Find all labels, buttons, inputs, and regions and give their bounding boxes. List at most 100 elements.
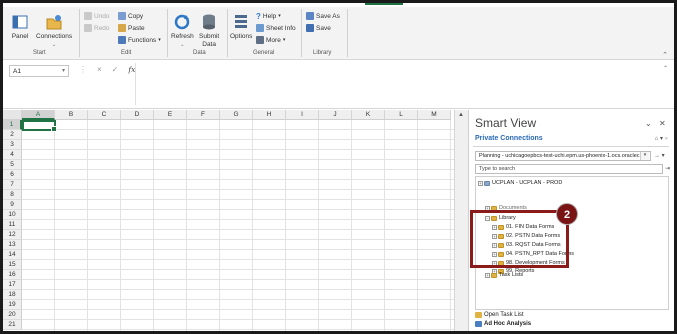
connection-select[interactable]: Planning - uchicagoepbcs-test-uchi.epm.u… (475, 151, 651, 161)
expand-formula-bar-icon[interactable]: ⌃ (663, 65, 668, 72)
row-header[interactable]: 12 (3, 230, 22, 240)
cell-area[interactable] (22, 120, 454, 331)
group-label-library: Library (313, 50, 332, 56)
row-header[interactable]: 9 (3, 200, 22, 210)
row-header[interactable]: 8 (3, 190, 22, 200)
copy-icon (118, 12, 126, 20)
search-input[interactable]: Type to search (475, 164, 663, 174)
column-header[interactable]: B (55, 110, 88, 120)
vertical-scrollbar[interactable]: ▲ (454, 110, 468, 331)
expand-toggle-icon[interactable]: + (478, 180, 483, 186)
help-button[interactable]: ? Help ▾ (256, 11, 281, 21)
database-icon (484, 180, 490, 186)
menu-dropdown-icon[interactable]: ▾ (660, 136, 663, 142)
row-header[interactable]: 4 (3, 150, 22, 160)
row-header[interactable]: 3 (3, 140, 22, 150)
row-header[interactable]: 5 (3, 160, 22, 170)
tree-item-label: UCPLAN - UCPLAN - PROD (492, 180, 563, 186)
column-header[interactable]: H (253, 110, 286, 120)
column-header[interactable]: C (88, 110, 121, 120)
collapse-ribbon-icon[interactable]: ⌃ (662, 51, 668, 59)
chevron-down-icon: ▾ (282, 37, 286, 43)
close-icon[interactable]: ✕ (659, 119, 666, 128)
tree-item-label: Task Lists (499, 272, 524, 278)
refresh-button[interactable]: Refresh ⌄ (171, 13, 194, 49)
forward-icon[interactable]: » (665, 136, 668, 142)
column-header[interactable]: D (121, 110, 154, 120)
row-header[interactable]: 14 (3, 250, 22, 260)
column-header[interactable]: M (418, 110, 451, 120)
column-header[interactable]: I (286, 110, 319, 120)
refresh-icon (175, 14, 190, 30)
group-label-general: General (253, 50, 275, 56)
connections-button[interactable]: Connections ⌄ (36, 13, 72, 49)
column-header[interactable]: F (187, 110, 220, 120)
row-header[interactable]: 13 (3, 240, 22, 250)
spreadsheet-grid[interactable]: A B C D E F G H I J K L M 1 2 3 4 5 6 7 8 9 10 11 12 13 14 15 16 17 18… (3, 110, 454, 331)
menu-dropdown-icon[interactable]: ▾ (662, 153, 665, 159)
column-header[interactable]: E (154, 110, 187, 120)
expand-toggle-icon[interactable]: + (485, 272, 490, 278)
highlight-box (470, 210, 569, 268)
row-header[interactable]: 21 (3, 320, 22, 330)
formula-input[interactable] (135, 63, 665, 105)
submit-data-button[interactable]: Submit Data (199, 13, 219, 49)
tree-item[interactable]: + Task Lists (485, 271, 523, 279)
ad-hoc-analysis-link[interactable]: Ad Hoc Analysis (475, 319, 669, 328)
column-header[interactable]: G (220, 110, 253, 120)
save-as-button[interactable]: Save As (306, 11, 340, 21)
column-header[interactable]: L (385, 110, 418, 120)
group-label-data: Data (193, 50, 206, 56)
row-header[interactable]: 7 (3, 180, 22, 190)
active-cell[interactable] (22, 120, 57, 132)
redo-icon (84, 24, 92, 32)
search-go-icon[interactable]: ⇥ (665, 165, 670, 172)
task-list-icon (475, 311, 482, 318)
row-header[interactable]: 2 (3, 130, 22, 140)
panel-button[interactable]: Panel (11, 13, 29, 41)
panel-icon (12, 15, 28, 29)
row-header[interactable]: 17 (3, 280, 22, 290)
row-header[interactable]: 18 (3, 290, 22, 300)
help-icon: ? (256, 11, 261, 21)
database-icon (203, 14, 216, 30)
section-title: Private Connections (475, 135, 543, 142)
more-button[interactable]: More ▾ (256, 35, 285, 45)
row-header[interactable]: 20 (3, 310, 22, 320)
row-header[interactable]: 15 (3, 260, 22, 270)
excel-window: Panel Connections ⌄ Start Undo Redo Copy… (3, 3, 674, 331)
chevron-down-icon: ▾ (278, 13, 281, 19)
scroll-up-icon[interactable]: ▲ (458, 112, 464, 118)
row-header[interactable]: 16 (3, 270, 22, 280)
functions-button[interactable]: Functions ▾ (118, 35, 161, 45)
paste-button[interactable]: Paste (118, 23, 145, 33)
row-header[interactable]: 6 (3, 170, 22, 180)
save-button[interactable]: Save (306, 23, 331, 33)
active-tab-indicator (365, 3, 403, 5)
sheet-info-button[interactable]: Sheet Info (256, 23, 296, 33)
name-box[interactable]: A1 ▾ (9, 65, 69, 77)
column-header[interactable]: K (352, 110, 385, 120)
column-header[interactable]: J (319, 110, 352, 120)
column-header[interactable]: A (22, 110, 55, 120)
chevron-down-icon[interactable]: ⌄ (645, 119, 652, 128)
enter-icon[interactable]: ✓ (112, 65, 119, 74)
redo-button[interactable]: Redo (84, 23, 110, 33)
group-label-start: Start (33, 50, 46, 56)
panel-title: Smart View (475, 116, 537, 130)
row-header[interactable]: 1 (3, 120, 22, 130)
undo-button[interactable]: Undo (84, 11, 110, 21)
home-icon[interactable]: ⌂ (655, 136, 659, 142)
select-all-button[interactable] (3, 110, 22, 120)
connections-icon (46, 15, 62, 30)
row-header[interactable]: 19 (3, 300, 22, 310)
connections-label: Connections (36, 33, 73, 40)
options-button[interactable]: Options (230, 13, 252, 41)
row-header[interactable]: 11 (3, 220, 22, 230)
cancel-icon[interactable]: × (97, 65, 102, 74)
copy-button[interactable]: Copy (118, 11, 143, 21)
tree-item[interactable]: + UCPLAN - UCPLAN - PROD (478, 179, 562, 187)
row-header[interactable]: 10 (3, 210, 22, 220)
go-arrow-icon[interactable]: → (654, 153, 660, 159)
open-task-list-link[interactable]: Open Task List (475, 310, 669, 319)
